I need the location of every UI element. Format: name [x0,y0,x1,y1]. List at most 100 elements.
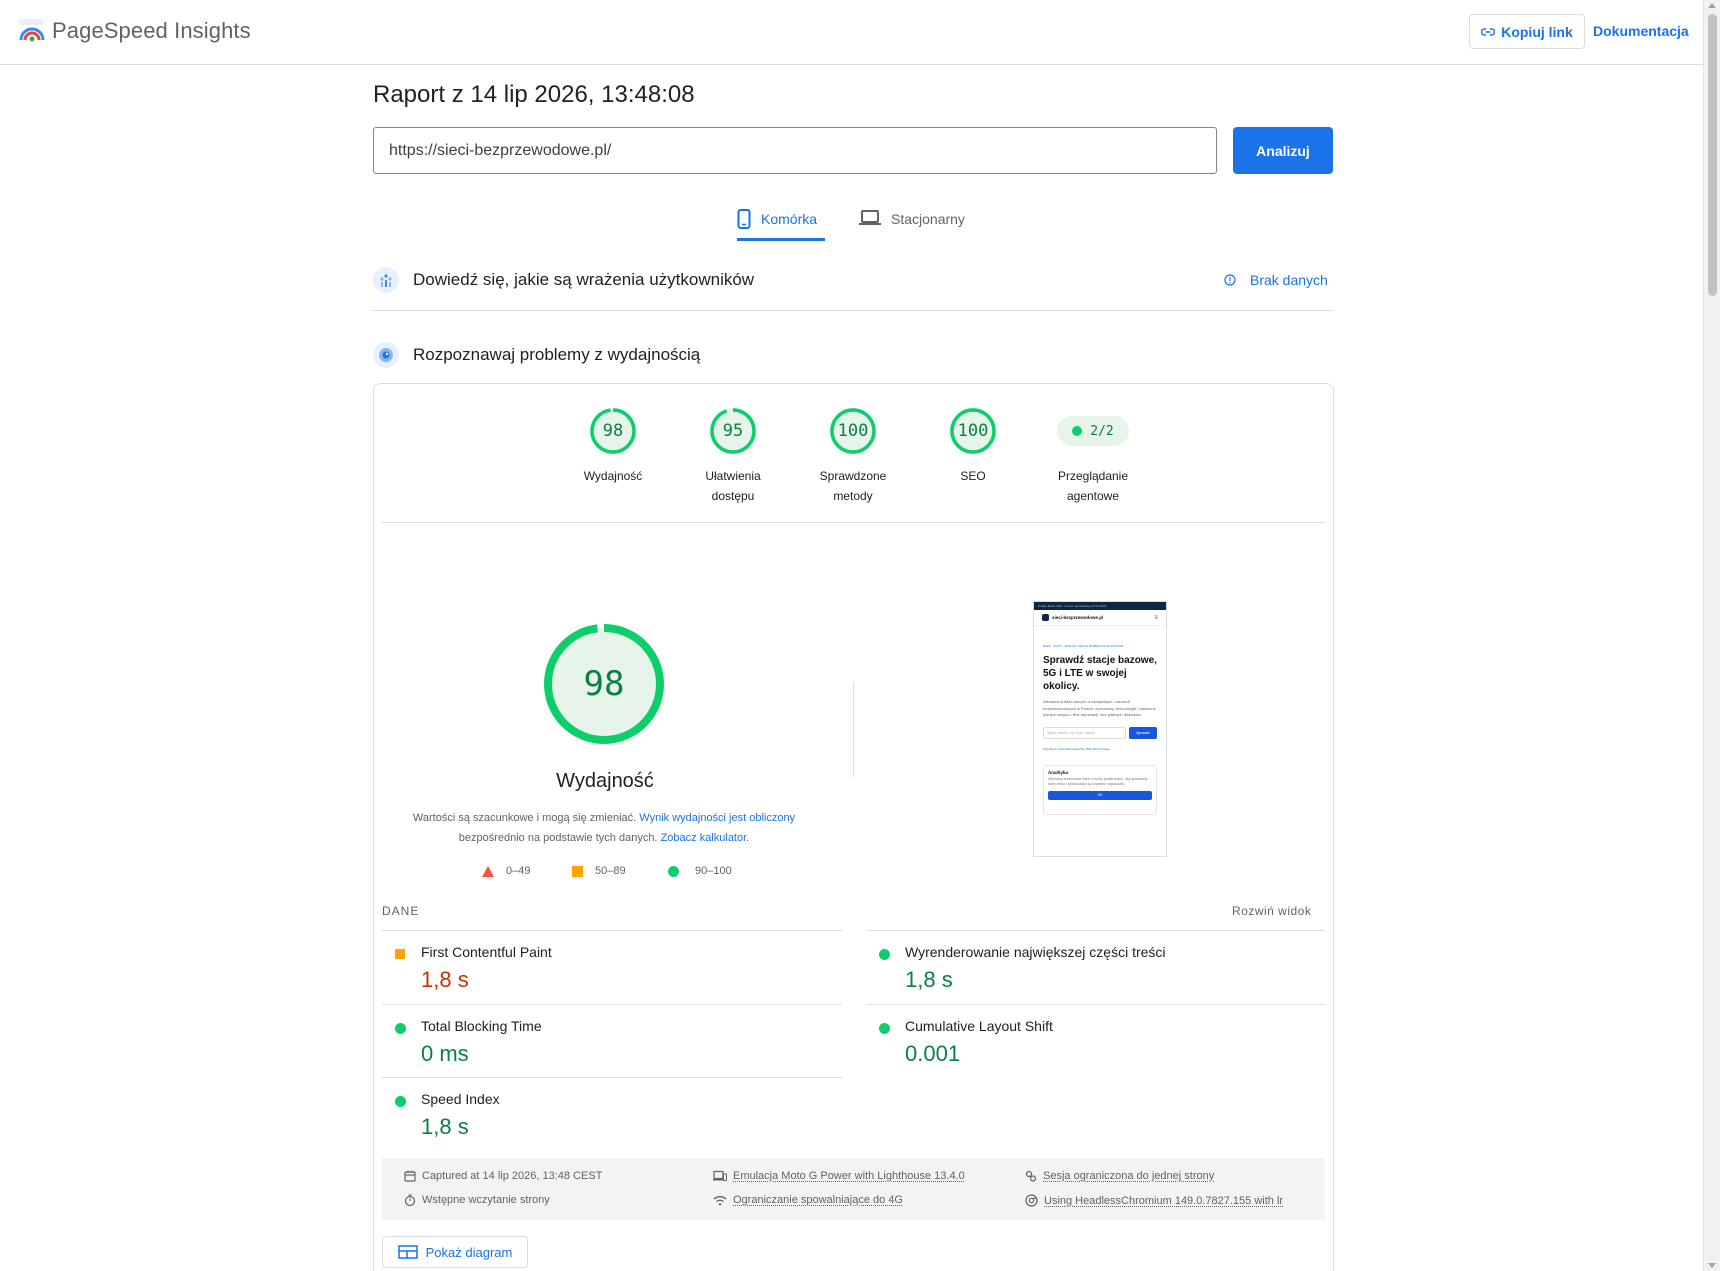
lab-section-title: Rozpoznawaj problemy z wydajnością [413,345,700,365]
score-label-agentic: Przeglądanie agentowe [1038,466,1148,506]
thumb-top-bar: Źródło: Baza UKE · Import: aktualizacja … [1034,602,1166,610]
url-input[interactable] [373,127,1217,174]
metric-name: Speed Index [421,1091,500,1107]
section-divider [373,310,1333,311]
scroll-down-icon[interactable] [1708,1263,1716,1268]
brand-title[interactable]: PageSpeed Insights [52,18,251,44]
score-gauge-performance[interactable]: 98 [589,407,637,455]
average-square-icon [395,949,405,959]
metric-divider [382,1004,842,1005]
wifi-icon [713,1195,727,1206]
show-treemap-label: Pokaż diagram [426,1245,513,1260]
score-gauge-accessibility[interactable]: 95 [709,407,757,455]
show-treemap-button[interactable]: Pokaż diagram [382,1236,528,1268]
captured-text: Captured at 14 lip 2026, 13:48 CEST [422,1170,602,1182]
thumb-breadcrumb: BAZA · MAPY · ANALIZY USŁUG MOBILNYCH W … [1034,626,1166,648]
pass-dot-icon [879,1023,890,1034]
score-label-line: dostępu [712,489,755,503]
info-icon [1224,274,1236,286]
throttling-info[interactable]: Ograniczanie spowalniające do 4G [713,1194,903,1206]
pass-dot-icon [395,1023,406,1034]
expand-view-toggle[interactable]: Rozwiń widok [1232,904,1311,918]
estimate-text: . [746,832,749,844]
tab-mobile[interactable]: Komórka [737,207,825,241]
browser-text: Using HeadlessChromium 149.0.7827.155 wi… [1044,1195,1283,1207]
score-calculation-link[interactable]: Wynik wydajności jest obliczony [639,812,795,824]
score-label-line: metody [833,489,872,503]
calendar-icon [404,1170,416,1182]
metric-name: First Contentful Paint [421,944,552,960]
metric-fcp: First Contentful Paint 1,8 s [382,940,782,1012]
estimate-note: Wartości są szacunkowe i mogą się zmieni… [410,808,798,848]
users-chart-icon [373,267,399,293]
tab-desktop-label: Stacjonarny [891,211,965,227]
performance-gauge: 98 [543,623,665,745]
thumb-cookie-button: OK [1048,791,1152,800]
no-data-status[interactable]: Brak danych [1224,272,1328,288]
session-icon [1025,1170,1037,1182]
thumb-cookie-banner: Analityka Zbieramy anonimowe dane o ruch… [1043,765,1157,815]
analyze-button[interactable]: Analizuj [1233,127,1333,174]
estimate-text: Wartości są szacunkowe i mogą się zmieni… [413,812,636,824]
metric-value: 0.001 [905,1041,960,1067]
throttling-text: Ograniczanie spowalniające do 4G [733,1194,903,1206]
site-logo-icon [1042,614,1049,621]
final-screenshot-thumbnail[interactable]: Źródło: Baza UKE · Import: aktualizacja … [1033,601,1167,857]
hamburger-menu-icon: ≡ [1154,615,1158,621]
copy-link-label: Kopiuj link [1501,24,1573,40]
legend-pass: 90–100 [668,865,732,877]
thumb-heading: Sprawdź stacje bazowe, 5G i LTE w swojej… [1034,648,1166,693]
documentation-link[interactable]: Dokumentacja [1593,23,1689,39]
scroll-up-icon[interactable] [1708,3,1716,8]
runtime-settings: Captured at 14 lip 2026, 13:48 CEST Wstę… [382,1158,1325,1220]
treemap-icon [398,1245,418,1259]
tab-desktop[interactable]: Stacjonarny [859,207,965,241]
metric-name: Cumulative Layout Shift [905,1018,1053,1034]
agentic-browsing-badge[interactable]: 2/2 [1057,416,1129,446]
score-value: 100 [949,407,997,455]
legend-average: 50–89 [572,865,626,877]
captured-at: Captured at 14 lip 2026, 13:48 CEST [404,1170,602,1182]
card-divider [382,522,1325,523]
score-label-performance: Wydajność [558,466,668,486]
copy-link-button[interactable]: Kopiuj link [1469,14,1585,49]
legend-range: 0–49 [506,865,530,877]
pass-dot-icon [879,949,890,960]
session-info[interactable]: Sesja ograniczona do jednej strony [1025,1170,1214,1182]
metric-value: 1,8 s [421,967,469,993]
pass-dot-icon [395,1096,406,1107]
score-gauge-seo[interactable]: 100 [949,407,997,455]
emulation-info[interactable]: Emulacja Moto G Power with Lighthouse 13… [713,1170,965,1182]
score-value: 100 [829,407,877,455]
metric-divider [866,1004,1325,1005]
metric-cls: Cumulative Layout Shift 0.001 [866,1014,1266,1086]
legend-range: 50–89 [595,865,626,877]
chrome-icon [1025,1194,1038,1207]
score-label-seo: SEO [918,466,1028,486]
thumb-paragraph: Niezależna baza danych o nadajnikach i s… [1034,693,1166,719]
initial-load: Wstępne wczytanie strony [404,1194,550,1206]
metric-name: Wyrenderowanie największej części treści [905,944,1166,960]
score-label-best-practices: Sprawdzone metody [798,466,908,506]
pass-dot-icon [668,866,679,877]
metric-lcp: Wyrenderowanie największej części treści… [866,940,1266,1012]
top-bar: PageSpeed Insights Kopiuj link Dokumenta… [0,0,1703,65]
vertical-divider [853,682,854,777]
metric-divider [866,930,1325,931]
tab-mobile-label: Komórka [761,211,817,227]
score-gauge-best-practices[interactable]: 100 [829,407,877,455]
scroll-thumb[interactable] [1708,14,1717,296]
pagespeed-logo-icon [18,18,46,44]
score-label-line: Ułatwienia [705,469,760,483]
metric-name: Total Blocking Time [421,1018,542,1034]
browser-info[interactable]: Using HeadlessChromium 149.0.7827.155 wi… [1025,1194,1283,1207]
thumb-nav: sieci-bezprzewodowe.pl ≡ [1034,610,1166,626]
session-text: Sesja ograniczona do jednej strony [1043,1170,1214,1182]
devices-icon [713,1170,727,1182]
page-scrollbar[interactable] [1703,0,1720,1271]
metrics-heading: DANE [382,904,419,918]
metric-value: 0 ms [421,1041,469,1067]
score-label-line: SEO [960,469,985,483]
calculator-link[interactable]: Zobacz kalkulator [661,832,747,844]
metric-speed-index: Speed Index 1,8 s [382,1087,782,1159]
